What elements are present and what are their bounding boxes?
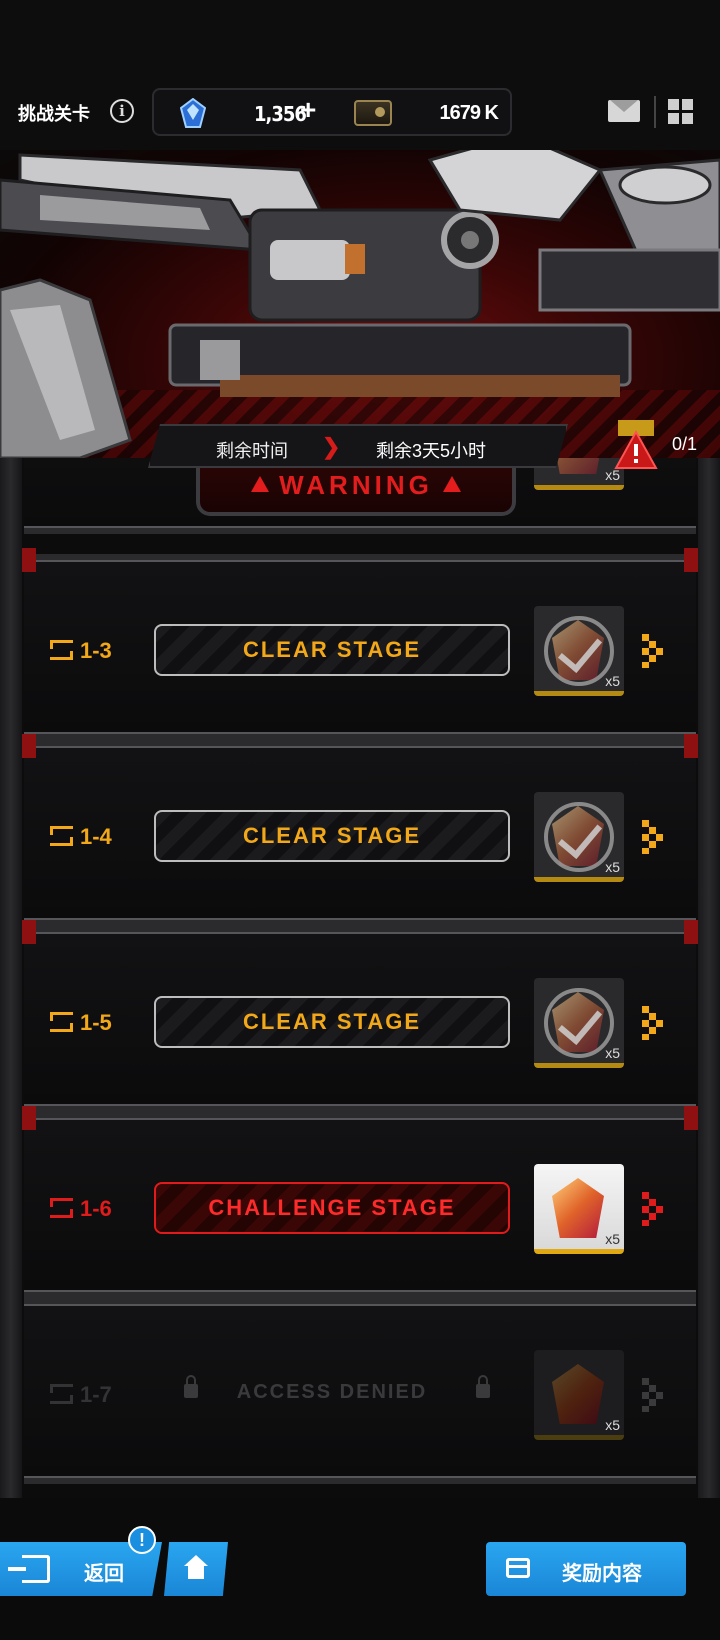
gift-box-icon — [506, 1558, 530, 1578]
clear-stage-button[interactable]: CLEAR STAGE — [154, 624, 510, 676]
left-rail — [0, 458, 22, 1498]
repeat-icon — [48, 640, 74, 660]
arrow-right-icon: ❯ — [322, 434, 341, 459]
stage-row-1-3[interactable]: 1-3 CLEAR STAGE x5 — [22, 548, 698, 740]
clear-stage-button[interactable]: CLEAR STAGE — [154, 996, 510, 1048]
page-title: 挑战关卡 — [18, 104, 90, 124]
repeat-icon — [48, 1384, 74, 1404]
exit-icon — [8, 1555, 50, 1583]
reward-quantity: x5 — [605, 1231, 620, 1247]
chevron-right-icon[interactable] — [642, 1192, 668, 1226]
attempt-counter: 0/1 — [672, 434, 698, 454]
stage-list[interactable]: 1-2 x5 WARNING 1-3 CLEAR STAGE x5 1-4 CL… — [0, 458, 720, 1498]
resource-panel: 1,356 + 1679 K — [152, 88, 512, 136]
reward-item: x5 — [534, 1350, 624, 1440]
event-timer-bar: 剩余时间 ❯ 剩余3天5小时 — [148, 424, 568, 468]
coin-card-icon — [354, 100, 392, 126]
warning-triangle-icon — [442, 476, 461, 492]
reward-item[interactable]: x5 — [534, 606, 624, 696]
stage-number: 1-5 — [48, 1010, 112, 1036]
menu-grid-icon[interactable] — [668, 99, 694, 125]
plate-tab — [22, 734, 36, 758]
stage-row-1-7: 1-7 ACCESS DENIED x5 — [24, 1298, 696, 1484]
reward-info-label: 奖励内容 — [562, 1563, 642, 1585]
stage-number: 1-6 — [48, 1196, 112, 1222]
plate-tab — [684, 734, 698, 758]
reward-quantity: x5 — [605, 859, 620, 875]
access-denied-label: ACCESS DENIED — [154, 1368, 510, 1420]
coin-count: 1679 K — [439, 102, 499, 124]
lock-icon — [184, 1375, 198, 1398]
gem-icon — [180, 98, 206, 128]
plate-tab — [22, 548, 36, 572]
crystal-icon — [552, 1178, 604, 1238]
back-label: 返回 — [84, 1563, 124, 1585]
stage-row-1-6[interactable]: 1-6 CHALLENGE STAGE x5 — [22, 1106, 698, 1298]
stage-number: 1-4 — [48, 824, 112, 850]
repeat-icon — [48, 1012, 74, 1032]
reward-item[interactable]: x5 — [534, 1164, 624, 1254]
home-button[interactable] — [164, 1542, 228, 1596]
chevron-right-icon[interactable] — [642, 1006, 668, 1040]
stage-row-1-5[interactable]: 1-5 CLEAR STAGE x5 — [22, 920, 698, 1112]
notification-badge: ! — [128, 1526, 156, 1554]
repeat-icon — [48, 1198, 74, 1218]
clear-stage-button[interactable]: CLEAR STAGE — [154, 810, 510, 862]
top-bar: 挑战关卡 i 1,356 + 1679 K — [0, 0, 720, 150]
reward-info-button[interactable]: 奖励内容 — [486, 1542, 686, 1596]
home-icon — [184, 1555, 208, 1581]
reward-quantity: x5 — [605, 673, 620, 689]
claimed-check-icon — [544, 988, 614, 1058]
info-icon[interactable]: i — [110, 99, 134, 123]
chevron-right-icon — [642, 1378, 663, 1412]
plate-tab — [684, 548, 698, 572]
claimed-check-icon — [544, 616, 614, 686]
event-banner — [0, 140, 720, 458]
challenge-stage-button[interactable]: CHALLENGE STAGE — [154, 1182, 510, 1234]
add-gems-button[interactable]: + — [300, 94, 316, 126]
reward-item[interactable]: x5 — [534, 792, 624, 882]
warning-triangle-icon — [251, 476, 270, 492]
crystal-icon — [552, 1364, 604, 1424]
stage-number: 1-3 — [48, 638, 112, 664]
divider — [654, 96, 656, 128]
claimed-check-icon — [544, 802, 614, 872]
stage-row-1-4[interactable]: 1-4 CLEAR STAGE x5 — [22, 734, 698, 926]
crystal-icon — [552, 458, 604, 474]
chevron-right-icon[interactable] — [642, 634, 668, 668]
reward-item[interactable]: x5 — [534, 978, 624, 1068]
plate-tab — [684, 1106, 698, 1130]
plate-tab — [684, 920, 698, 944]
lock-icon — [476, 1375, 490, 1398]
reward-quantity: x5 — [605, 1417, 620, 1433]
gem-count: 1,356 — [254, 102, 307, 126]
reward-quantity: x5 — [605, 1045, 620, 1061]
right-rail — [698, 458, 720, 1498]
repeat-icon — [48, 826, 74, 846]
stage-number: 1-7 — [48, 1382, 112, 1408]
mail-icon[interactable] — [608, 100, 640, 122]
plate-tab — [22, 920, 36, 944]
chevron-right-icon[interactable] — [642, 820, 668, 854]
timer-label: 剩余时间 — [216, 441, 288, 461]
plate-tab — [22, 1106, 36, 1130]
bottom-nav: 返回 ! 奖励内容 — [0, 1498, 720, 1640]
danger-warning-icon[interactable] — [614, 420, 658, 474]
timer-value: 剩余3天5小时 — [376, 441, 487, 461]
